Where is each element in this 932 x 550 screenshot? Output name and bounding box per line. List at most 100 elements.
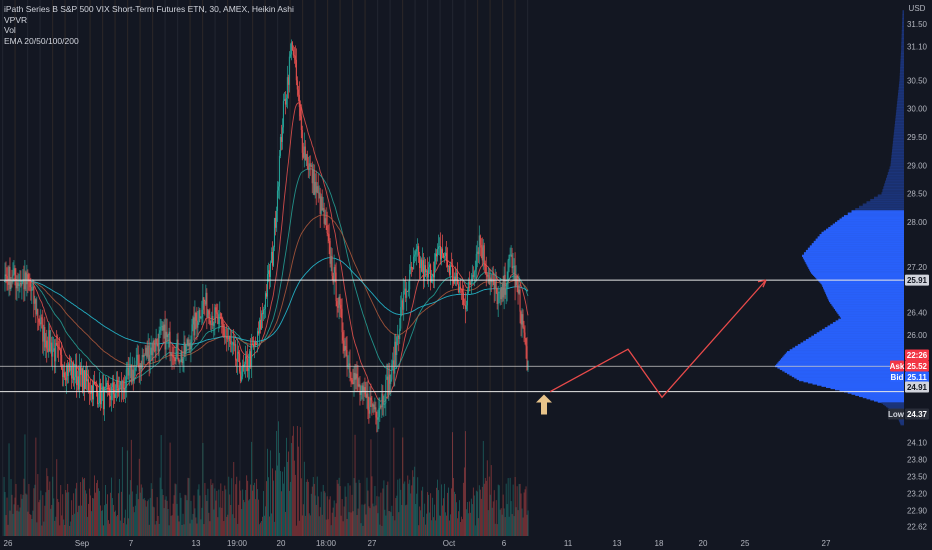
- volume-bar: [375, 505, 377, 536]
- candle-body: [444, 252, 446, 257]
- volume-bar: [432, 497, 434, 536]
- session-stripe: [177, 0, 179, 536]
- volume-bar: [476, 491, 478, 536]
- candle-body: [247, 358, 249, 371]
- volume-bar: [69, 525, 71, 536]
- volume-profile-bar: [901, 26, 904, 31]
- candle-body: [29, 280, 31, 288]
- legend-indicator-ema[interactable]: EMA 20/50/100/200: [4, 36, 294, 47]
- candle-body: [362, 385, 364, 392]
- session-stripe: [114, 0, 116, 536]
- candle-body: [42, 318, 44, 342]
- volume-bar: [146, 501, 148, 536]
- time-tick-label: 7: [129, 539, 134, 548]
- candle-body: [144, 355, 146, 356]
- candle-body: [8, 266, 10, 285]
- volume-bar: [13, 504, 15, 536]
- volume-bar: [179, 492, 181, 536]
- candle-body: [297, 89, 299, 95]
- volume-bar: [469, 512, 471, 536]
- candle-body: [391, 364, 393, 380]
- volume-bar: [326, 496, 328, 536]
- candle-body: [433, 274, 435, 278]
- candle-body: [251, 343, 253, 367]
- candle-body: [215, 307, 217, 313]
- volume-bar: [289, 481, 291, 536]
- volume-bar: [359, 482, 361, 536]
- volume-bar: [361, 504, 363, 536]
- volume-bar: [433, 517, 435, 536]
- candle-body: [527, 360, 529, 371]
- candle-body: [354, 372, 356, 380]
- candle-body: [260, 319, 262, 330]
- candle-body: [5, 274, 7, 277]
- candle-body: [162, 325, 164, 331]
- volume-bar: [52, 476, 54, 536]
- candle-body: [195, 312, 197, 321]
- volume-bar: [507, 478, 509, 536]
- volume-bar: [322, 484, 324, 536]
- candle-body: [245, 356, 247, 365]
- candle-body: [253, 344, 255, 347]
- volume-bar: [243, 499, 245, 536]
- volume-bar: [268, 477, 269, 536]
- price-chart[interactable]: USD 31.50 31.10 30.50 30.00 29.50 29.00 28.50 28…: [0, 0, 932, 550]
- candle-body: [509, 254, 511, 256]
- candle-body: [442, 253, 444, 258]
- volume-bar: [347, 483, 349, 536]
- candle-body: [159, 330, 161, 333]
- candle-body: [318, 192, 320, 194]
- candle-body: [489, 277, 491, 285]
- candle-body: [183, 342, 185, 359]
- volume-bar: [381, 525, 383, 536]
- volume-bar: [416, 493, 418, 536]
- volume-bar: [436, 487, 438, 536]
- volume-bar: [61, 515, 63, 536]
- volume-bar: [388, 510, 390, 536]
- volume-bar: [40, 490, 42, 536]
- candle-body: [217, 314, 219, 324]
- candle-body: [314, 181, 316, 195]
- volume-bar: [360, 523, 362, 536]
- volume-bar: [45, 492, 47, 536]
- volume-bar: [117, 493, 119, 536]
- candle-body: [399, 328, 401, 340]
- candle-body: [402, 300, 404, 310]
- volume-bar: [342, 521, 344, 536]
- volume-bar: [190, 500, 192, 536]
- volume-bar: [522, 517, 524, 536]
- volume-bar: [126, 450, 128, 536]
- candle-body: [160, 326, 162, 331]
- tag-bid-label: Bid: [891, 373, 904, 382]
- chart-root[interactable]: USD 31.50 31.10 30.50 30.00 29.50 29.00 28.50 28…: [0, 0, 932, 550]
- candle-body: [30, 287, 32, 291]
- volume-bar: [294, 474, 296, 536]
- volume-bar: [254, 482, 256, 536]
- volume-bar: [73, 493, 75, 536]
- candle-body: [346, 349, 348, 367]
- candle-body: [90, 392, 92, 394]
- volume-bar: [39, 499, 41, 536]
- volume-bar: [466, 501, 468, 536]
- legend-indicator-vpvr[interactable]: VPVR: [4, 15, 294, 26]
- time-axis[interactable]: [0, 536, 932, 550]
- candle-body: [192, 317, 194, 325]
- candle-body: [382, 393, 384, 405]
- volume-bar: [458, 500, 460, 536]
- candle-body: [203, 297, 205, 302]
- volume-bar: [112, 504, 114, 536]
- volume-bar: [60, 485, 62, 536]
- volume-bar: [239, 480, 241, 536]
- time-tick-label: Oct: [443, 539, 456, 548]
- candle-body: [199, 309, 201, 319]
- candle-body: [196, 320, 198, 328]
- legend-indicator-vol[interactable]: Vol: [4, 25, 294, 36]
- volume-bar: [524, 489, 526, 536]
- candle-body: [331, 255, 333, 276]
- candle-body: [79, 367, 81, 390]
- volume-bar: [44, 505, 46, 536]
- candle-body: [350, 372, 352, 380]
- candle-body: [180, 351, 182, 362]
- candle-body: [387, 376, 389, 396]
- candle-body: [437, 248, 439, 257]
